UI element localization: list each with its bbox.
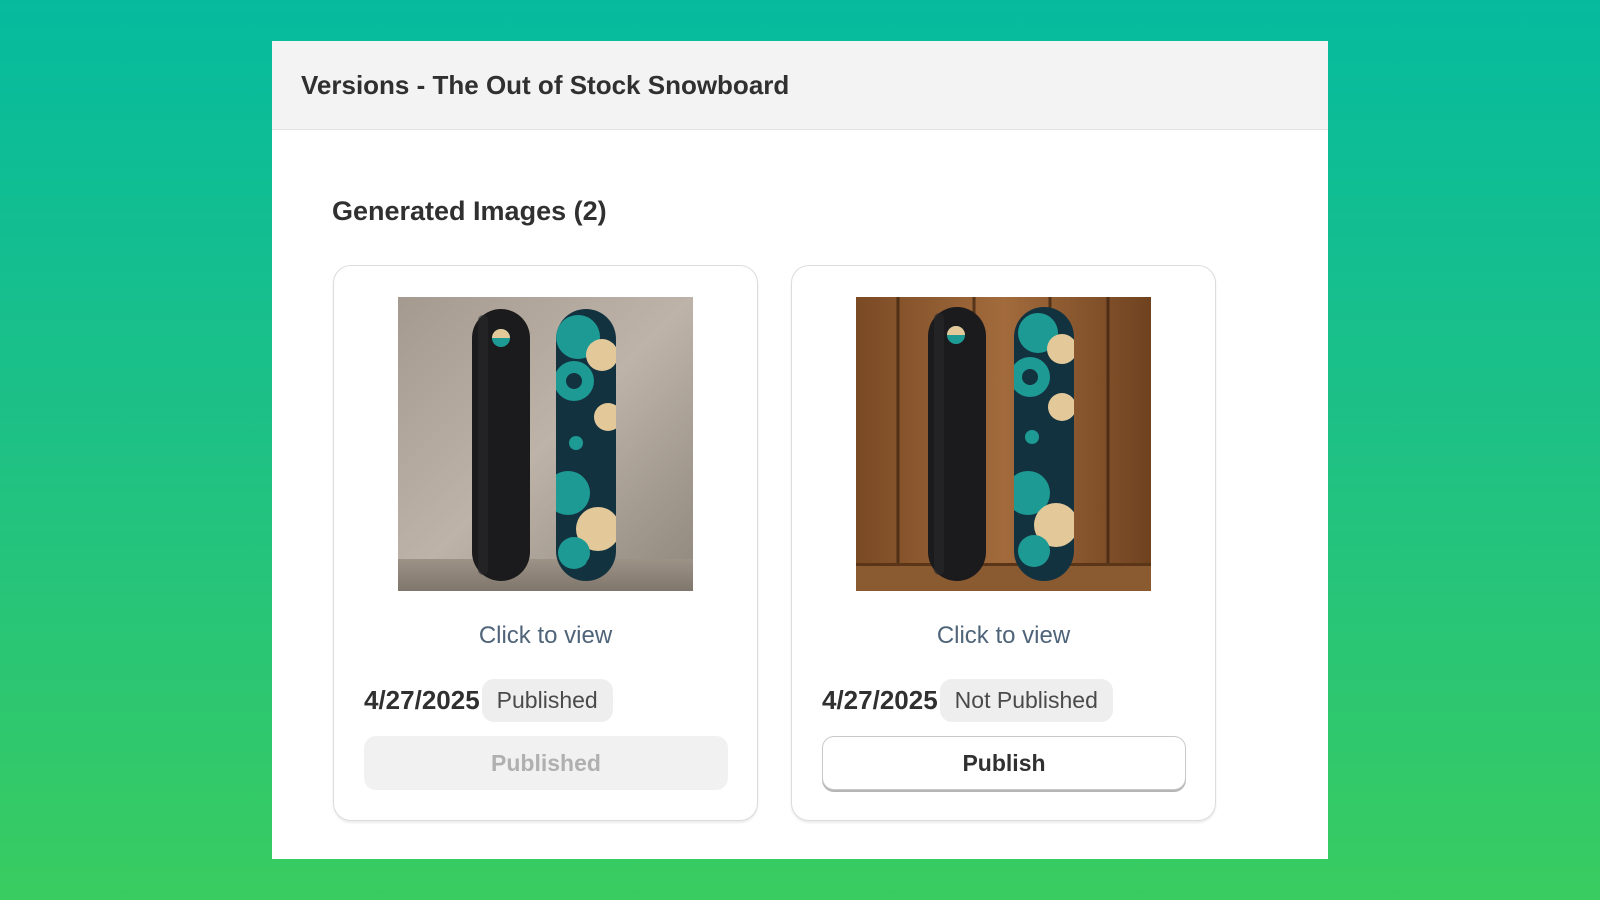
generated-images-heading: Generated Images (2) <box>332 196 607 226</box>
modal-title: Versions - The Out of Stock Snowboard <box>301 69 790 100</box>
image-card-2: Click to view 4/27/2025 Not Published Pu… <box>791 265 1216 821</box>
generated-image-2[interactable] <box>856 297 1151 591</box>
publish-button[interactable]: Publish <box>822 736 1186 790</box>
status-badge: Not Published <box>939 679 1113 722</box>
click-to-view-link[interactable]: Click to view <box>792 622 1215 650</box>
status-badge: Published <box>481 679 613 722</box>
card-meta: 4/27/2025 Published <box>364 679 613 722</box>
published-button: Published <box>364 736 728 790</box>
image-card-1: Click to view 4/27/2025 Published Publis… <box>333 265 758 821</box>
versions-modal: Versions - The Out of Stock Snowboard Ge… <box>272 41 1328 859</box>
click-to-view-link[interactable]: Click to view <box>334 622 757 650</box>
modal-header: Versions - The Out of Stock Snowboard <box>272 41 1328 130</box>
generated-image-1[interactable] <box>398 297 693 591</box>
card-meta: 4/27/2025 Not Published <box>822 679 1113 722</box>
card-date: 4/27/2025 <box>364 685 480 715</box>
card-date: 4/27/2025 <box>822 685 938 715</box>
